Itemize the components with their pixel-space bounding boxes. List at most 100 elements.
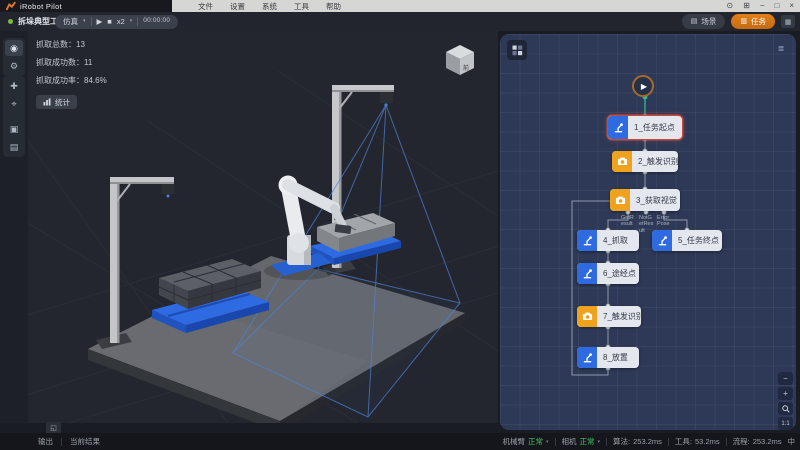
minimize-button[interactable]: − — [760, 2, 765, 10]
zoom-fit-button[interactable] — [778, 402, 793, 415]
play-button[interactable]: ▶ — [97, 18, 103, 26]
scene-icon: ▤ — [691, 18, 698, 25]
chevron-down-icon[interactable]: ▾ — [83, 19, 86, 24]
sidebar-group-view: ◉ ⚙ — [3, 38, 25, 76]
chart-icon — [43, 98, 51, 106]
node-get-vision-result[interactable]: 3_获取视觉 — [610, 189, 680, 211]
flow-time: 流程:253.2ms — [733, 436, 782, 447]
list-icon: ≣ — [778, 44, 785, 53]
flow-start-node[interactable]: ▶ — [632, 75, 654, 97]
copy-layout-button[interactable]: ▣ — [5, 121, 23, 137]
title-bar: iRobot Pilot 文件 设置 系统 工具 帮助 ⊙ ⊞ − □ × — [0, 0, 800, 12]
app-window: iRobot Pilot 文件 设置 系统 工具 帮助 ⊙ ⊞ − □ × 拆垛… — [0, 0, 800, 450]
camera-settings-button[interactable]: ⚙ — [5, 58, 23, 74]
menu-item-file[interactable]: 文件 — [198, 1, 213, 12]
menu-item-help[interactable]: 帮助 — [326, 1, 341, 12]
robot-model-icon: ⌖ — [11, 99, 16, 110]
camera-view-button[interactable]: ◉ — [5, 40, 23, 56]
menu-bar: 文件 设置 系统 工具 帮助 — [198, 0, 341, 12]
play-icon: ▶ — [641, 82, 647, 91]
node-trigger-recognition-2[interactable]: 7_触发识别2 — [577, 306, 641, 327]
robot-joints-icon: ✚ — [10, 81, 18, 92]
close-button[interactable]: × — [789, 2, 794, 10]
layout-icon[interactable]: ⊞ — [743, 2, 750, 10]
task-icon: ▥ — [740, 18, 747, 25]
output-tab[interactable]: 输出 — [38, 436, 53, 447]
zoom-reset-button[interactable]: 1:1 — [778, 417, 793, 430]
node-grab[interactable]: 4_抓取 — [577, 230, 639, 251]
camera-view-icon: ◉ — [10, 43, 18, 54]
app-logo-area: iRobot Pilot — [0, 0, 172, 12]
project-status-dot — [8, 19, 13, 24]
right-panel-toggle[interactable]: ▦ — [781, 15, 795, 28]
tab-task[interactable]: ▥ 任务 — [731, 14, 775, 29]
flow-list-button[interactable]: ≣ — [774, 42, 788, 54]
status-bar: 输出 当前结果 机械臂 正常 ▾ 相机 正常 ▾ 算法:253.2ms 工具:5… — [0, 433, 800, 450]
robot-model-button[interactable]: ⌖ — [5, 96, 23, 112]
tab-scene[interactable]: ▤ 场景 — [682, 14, 726, 29]
robot-joints-button[interactable]: ✚ — [5, 78, 23, 94]
node-place[interactable]: 8_放置 — [577, 347, 639, 368]
camera-left — [162, 184, 174, 194]
divider — [726, 438, 727, 446]
app-logo-icon — [6, 1, 16, 11]
port-label-error-pose: ErrorPose — [657, 215, 672, 228]
robot-arm-icon — [577, 347, 597, 368]
robot-arm-icon — [577, 263, 597, 284]
robot-arm-icon — [652, 230, 672, 251]
node-trigger-recognition[interactable]: 2_触发识别 — [612, 151, 678, 172]
panel-icon: ▦ — [785, 18, 792, 26]
divider — [555, 438, 556, 446]
divider — [137, 17, 138, 26]
statistics-button[interactable]: 统计 — [36, 95, 77, 109]
copy-layout-icon: ▣ — [10, 124, 19, 135]
node-task-end[interactable]: 5_任务终点 — [652, 230, 722, 251]
camera-status[interactable]: 相机 正常 ▾ — [562, 436, 601, 447]
stats-overlay: 抓取总数：13 抓取成功数：11 抓取成功率：84.6% 统计 — [36, 39, 107, 111]
grid-icon — [512, 45, 523, 56]
magnifier-icon — [782, 405, 790, 413]
maximize-button[interactable]: □ — [774, 2, 779, 10]
view-tabs: ▤ 场景 ▥ 任务 — [682, 14, 775, 29]
robot-status[interactable]: 机械臂 正常 ▾ — [503, 436, 549, 447]
tool-time: 工具:53.2ms — [675, 436, 720, 447]
divider — [606, 438, 607, 446]
stat-success-count: 抓取成功数：11 — [36, 57, 107, 68]
camera-icon — [610, 189, 630, 211]
menu-item-tools[interactable]: 工具 — [294, 1, 309, 12]
orientation-gizmo[interactable]: 前 — [446, 45, 474, 75]
app-name: iRobot Pilot — [20, 2, 62, 11]
node-task-start[interactable]: 1_任务起点 — [608, 116, 682, 139]
sim-timer: 00:00:00 — [143, 18, 170, 25]
flow-grid-button[interactable] — [507, 40, 527, 60]
export-button[interactable]: ▤ — [5, 139, 23, 155]
camera-icon — [612, 151, 632, 172]
gizmo-front-label: 前 — [463, 64, 469, 72]
window-controls: ⊙ ⊞ − □ × — [726, 0, 794, 12]
user-icon[interactable]: ⊙ — [726, 2, 733, 10]
menu-item-settings[interactable]: 设置 — [230, 1, 245, 12]
chevron-down-icon[interactable]: ▾ — [130, 19, 133, 24]
chevron-down-icon: ▾ — [598, 439, 601, 445]
node-waypoint[interactable]: 6_途经点 — [577, 263, 639, 284]
camera-settings-icon: ⚙ — [10, 61, 18, 72]
sidebar-group-io: ▣ ▤ — [3, 119, 25, 157]
camera-right — [380, 92, 393, 103]
stop-button[interactable]: ■ — [107, 18, 112, 26]
speed-dropdown[interactable]: x2 — [117, 18, 125, 26]
export-icon: ▤ — [10, 142, 19, 153]
zoom-out-button[interactable]: − — [778, 372, 793, 385]
task-flow-panel[interactable]: ≣ ▶ 1_任务起点 2_触发识别 3_获取视觉 GetResult NotGe… — [500, 34, 796, 430]
camera-icon — [577, 306, 597, 327]
stat-success-rate: 抓取成功率：84.6% — [36, 75, 107, 86]
algo-time: 算法:253.2ms — [613, 436, 662, 447]
robot-arm-icon — [608, 116, 628, 139]
viewport-3d[interactable]: 前 抓取总数：13 抓取成功数：11 抓取成功率：84.6% 统计 — [28, 31, 498, 423]
robot-arm-icon — [577, 230, 597, 251]
menu-item-system[interactable]: 系统 — [262, 1, 277, 12]
language-toggle[interactable]: 中 — [788, 436, 796, 447]
zoom-in-button[interactable]: + — [778, 387, 793, 400]
sim-mode-dropdown[interactable]: 仿真 — [63, 18, 78, 26]
current-result-tab[interactable]: 当前结果 — [70, 436, 100, 447]
stat-total: 抓取总数：13 — [36, 39, 107, 50]
